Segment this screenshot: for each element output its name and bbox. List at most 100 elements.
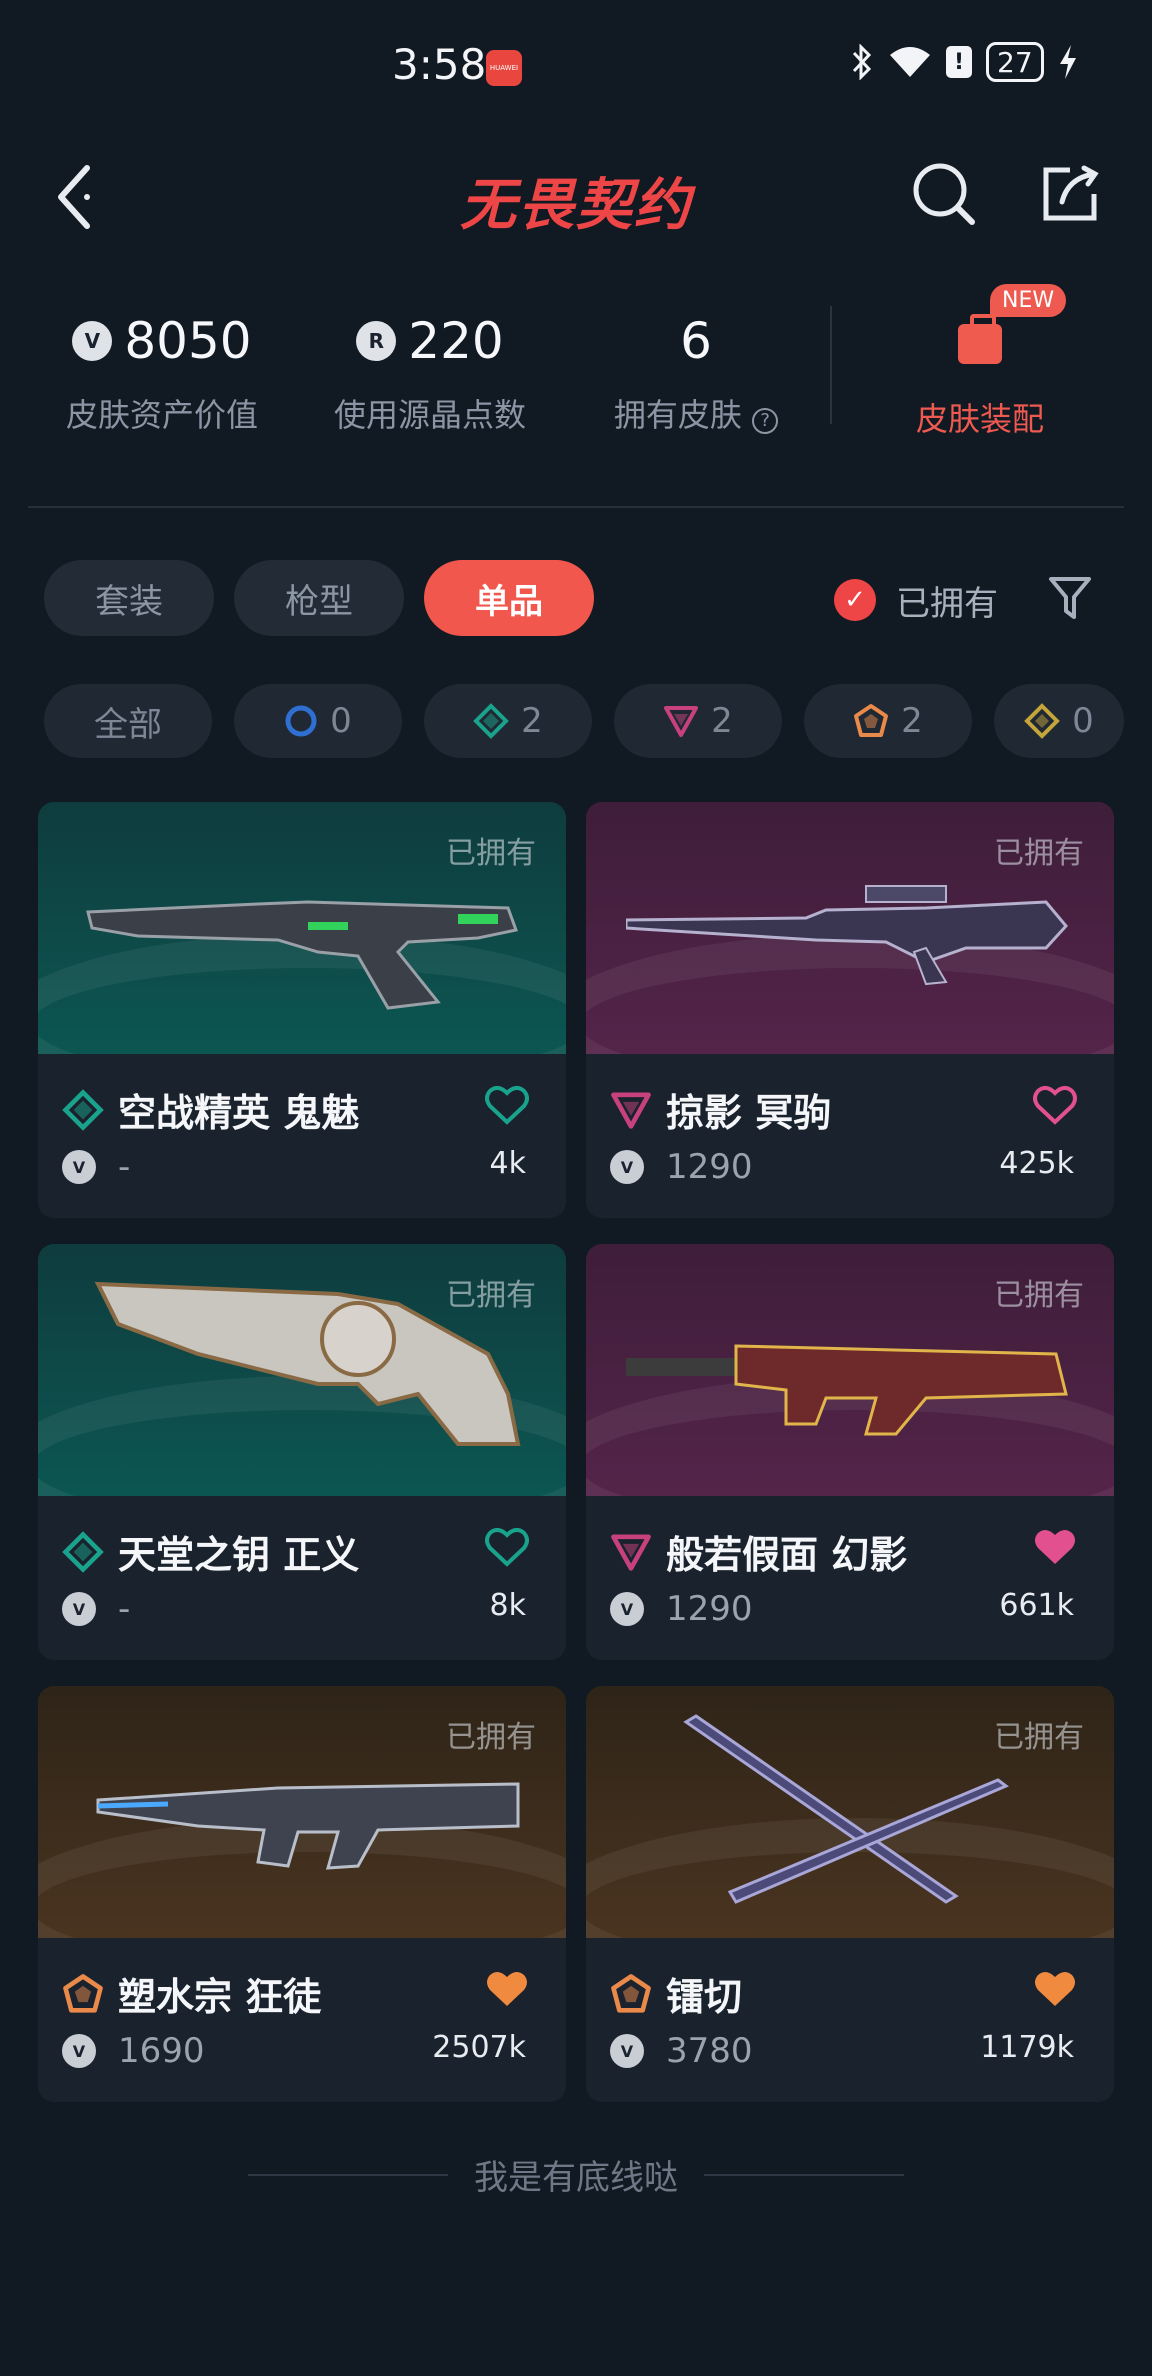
premium-tier-icon bbox=[664, 706, 699, 737]
radianite-label: 使用源晶点数 bbox=[333, 396, 526, 434]
chip-count: 0 bbox=[1072, 701, 1094, 741]
tab-single-item[interactable]: 单品 bbox=[424, 560, 594, 636]
tab-weapon-type[interactable]: 枪型 bbox=[234, 560, 404, 636]
radianite-number: 220 bbox=[408, 312, 504, 370]
skin-name: 塑水宗 狂徒 bbox=[118, 1975, 322, 2019]
list-end-footer: 我是有底线哒 bbox=[0, 2150, 1152, 2199]
skin-price: - bbox=[118, 1147, 131, 1187]
pistol-image bbox=[86, 900, 519, 1010]
rifle-image bbox=[626, 1344, 1068, 1436]
like-heart-filled-icon[interactable] bbox=[1032, 1526, 1078, 1568]
chip-ultra[interactable]: 0 bbox=[994, 684, 1124, 758]
stats-panel: V 8050 皮肤资产价值 R 220 使用源晶点数 6 拥有皮肤 ? NEW 皮肤… bbox=[0, 284, 1152, 460]
sniper-rifle-image bbox=[626, 885, 1068, 986]
skin-name: 天堂之钥 正义 bbox=[118, 1533, 360, 1577]
skin-name: 镭切 bbox=[666, 1975, 743, 2019]
chip-exclusive[interactable]: 2 bbox=[804, 684, 972, 758]
skin-card[interactable]: 已拥有 镭切 V 3780 1179k bbox=[586, 1686, 1114, 2102]
owned-tag: 已拥有 bbox=[994, 1720, 1084, 1755]
help-icon[interactable]: ? bbox=[752, 408, 779, 434]
like-heart-icon[interactable] bbox=[1032, 1084, 1078, 1126]
owned-tag: 已拥有 bbox=[446, 1720, 536, 1755]
vandal-rifle-image bbox=[96, 1782, 520, 1870]
skin-equip-button[interactable]: NEW 皮肤装配 bbox=[860, 284, 1100, 440]
app-header: 无畏契约 bbox=[0, 140, 1152, 250]
valorant-points-icon: V bbox=[610, 2034, 644, 2068]
skin-name: 空战精英 鬼魅 bbox=[118, 1091, 360, 1135]
app-notification-icon: HUAWEI bbox=[486, 50, 522, 86]
owned-skins-label: 拥有皮肤 bbox=[613, 396, 742, 434]
select-tier-icon bbox=[285, 705, 317, 737]
stats-divider bbox=[830, 306, 832, 424]
skin-card[interactable]: 已拥有 掠影 冥驹 V 1290 425k bbox=[586, 802, 1114, 1218]
owned-tag: 已拥有 bbox=[994, 836, 1084, 871]
valorant-points-icon: V bbox=[72, 321, 113, 361]
skin-image: 已拥有 bbox=[586, 1686, 1114, 1938]
deluxe-tier-icon bbox=[62, 1088, 104, 1131]
skin-card[interactable]: 已拥有 空战精英 鬼魅 V - 4k bbox=[38, 802, 566, 1218]
charging-icon bbox=[1059, 45, 1076, 79]
loadout-icon bbox=[958, 314, 1002, 364]
like-count: 425k bbox=[999, 1146, 1074, 1181]
ultra-tier-icon bbox=[1024, 703, 1061, 739]
alert-icon: ! bbox=[946, 46, 972, 78]
chip-select[interactable]: 0 bbox=[234, 684, 402, 758]
skin-price: - bbox=[118, 1589, 131, 1629]
chip-count: 2 bbox=[521, 701, 543, 741]
skin-card[interactable]: 已拥有 天堂之钥 正义 V - 8k bbox=[38, 1244, 566, 1660]
owned-filter-toggle[interactable]: ✓ 已拥有 bbox=[834, 570, 998, 630]
skin-price: 3780 bbox=[666, 2031, 753, 2071]
chip-count: 2 bbox=[711, 701, 733, 741]
bluetooth-icon bbox=[852, 44, 872, 80]
exclusive-tier-icon bbox=[854, 704, 889, 737]
like-heart-filled-icon[interactable] bbox=[1032, 1968, 1078, 2010]
chip-count: 2 bbox=[901, 701, 923, 741]
skin-price: 1290 bbox=[666, 1589, 753, 1629]
skin-image: 已拥有 bbox=[586, 802, 1114, 1054]
premium-tier-icon bbox=[611, 1092, 651, 1129]
skin-card[interactable]: 已拥有 塑水宗 狂徒 V 1690 2507k bbox=[38, 1686, 566, 2102]
like-count: 1179k bbox=[980, 2030, 1074, 2065]
status-icons: ! 27 bbox=[850, 42, 1078, 82]
filter-button[interactable] bbox=[1042, 568, 1098, 628]
skin-image: 已拥有 bbox=[586, 1244, 1114, 1496]
valorant-points-icon: V bbox=[62, 1592, 96, 1626]
like-count: 4k bbox=[489, 1146, 526, 1181]
share-icon bbox=[1043, 165, 1099, 221]
share-button[interactable] bbox=[1030, 154, 1110, 234]
tab-bundle[interactable]: 套装 bbox=[44, 560, 214, 636]
footer-line-left bbox=[248, 2173, 448, 2176]
like-heart-filled-icon[interactable] bbox=[484, 1968, 530, 2010]
skin-price: 1690 bbox=[118, 2031, 205, 2071]
search-button[interactable] bbox=[904, 154, 984, 234]
footer-line-right bbox=[704, 2173, 904, 2176]
checked-icon: ✓ bbox=[834, 579, 876, 621]
search-icon bbox=[913, 163, 975, 225]
stat-asset-value: V 8050 皮肤资产价值 bbox=[42, 306, 282, 436]
owned-tag: 已拥有 bbox=[446, 1278, 536, 1313]
valorant-points-icon: V bbox=[62, 2034, 96, 2068]
section-divider bbox=[28, 506, 1124, 508]
skin-image: 已拥有 bbox=[38, 1686, 566, 1938]
like-heart-icon[interactable] bbox=[484, 1526, 530, 1568]
deluxe-tier-icon bbox=[473, 703, 510, 739]
status-bar: 3:58 HUAWEI ! 27 bbox=[0, 0, 1152, 130]
skin-name: 般若假面 幻影 bbox=[666, 1533, 908, 1577]
skin-equip-label: 皮肤装配 bbox=[915, 400, 1044, 438]
like-heart-icon[interactable] bbox=[484, 1084, 530, 1126]
category-tabs: 套装 枪型 单品 bbox=[44, 560, 594, 636]
skin-card[interactable]: 已拥有 般若假面 幻影 V 1290 661k bbox=[586, 1244, 1114, 1660]
stat-owned-skins: 6 拥有皮肤 ? bbox=[576, 306, 816, 436]
chip-premium[interactable]: 2 bbox=[614, 684, 782, 758]
chip-all[interactable]: 全部 bbox=[44, 684, 212, 758]
footer-text: 我是有底线哒 bbox=[474, 2158, 678, 2198]
exclusive-tier-icon bbox=[611, 1973, 651, 2013]
deluxe-tier-icon bbox=[62, 1530, 104, 1573]
chip-count: 0 bbox=[330, 701, 352, 741]
status-time: 3:58 bbox=[392, 40, 487, 89]
like-count: 2507k bbox=[432, 2030, 526, 2065]
like-count: 661k bbox=[999, 1588, 1074, 1623]
battery-indicator: 27 bbox=[986, 42, 1044, 82]
chip-deluxe[interactable]: 2 bbox=[424, 684, 592, 758]
stat-radianite: R 220 使用源晶点数 bbox=[310, 306, 550, 436]
